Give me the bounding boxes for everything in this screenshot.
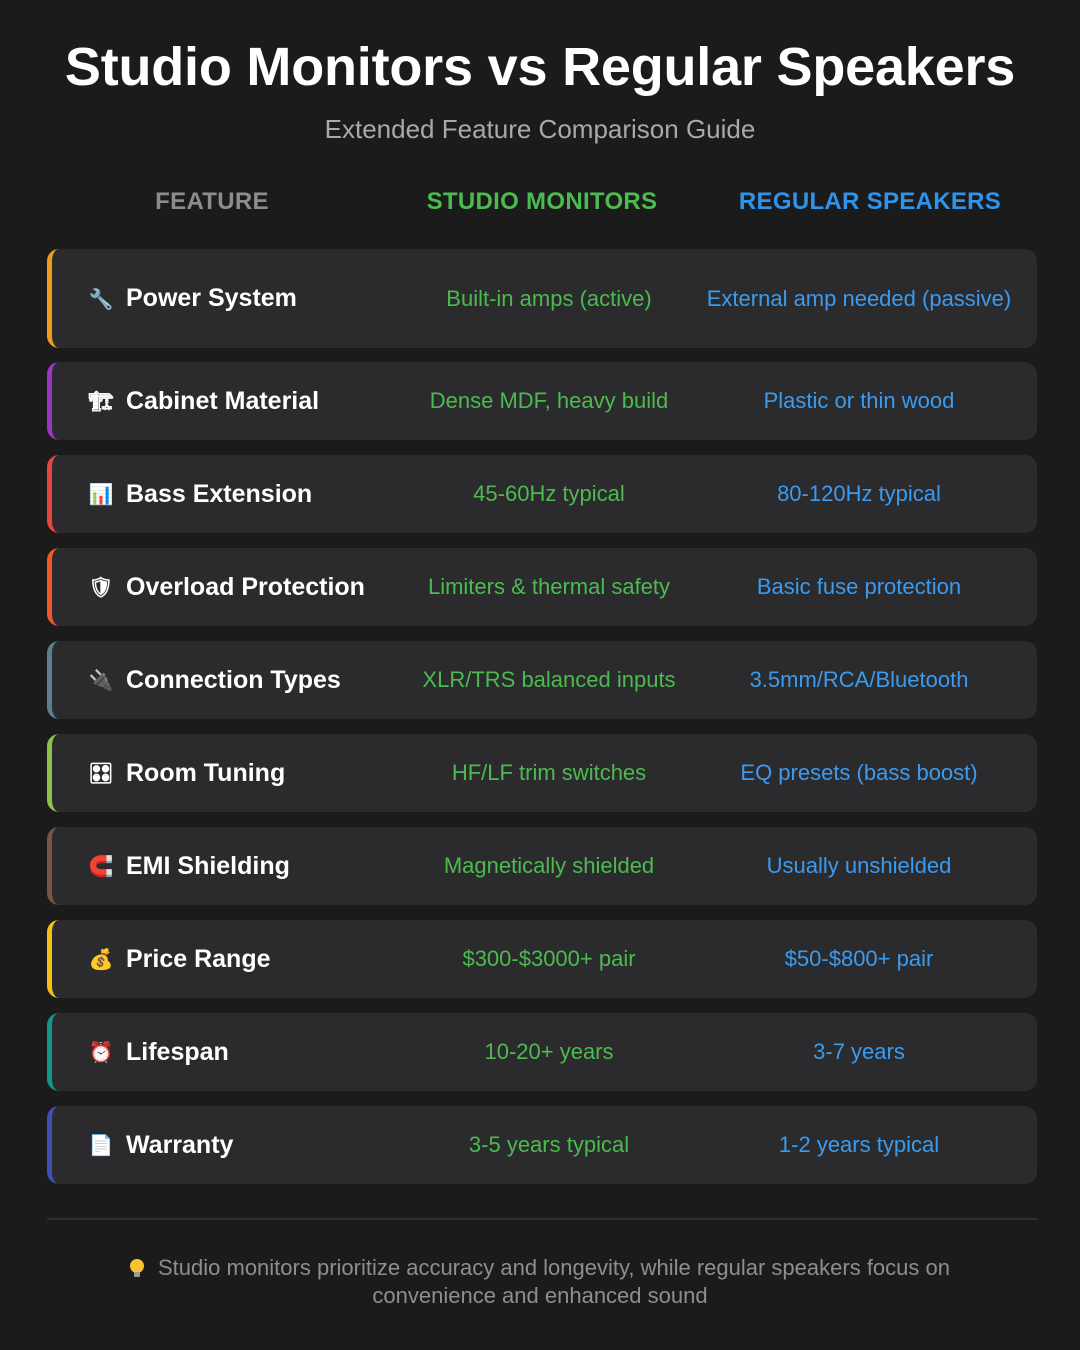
studio-monitors-value: 10-20+ years bbox=[484, 1039, 614, 1064]
table-row: 🧲 EMI Shielding Magnetically shielded Usual… bbox=[47, 827, 1037, 905]
page-subtitle: Extended Feature Comparison Guide bbox=[324, 114, 756, 144]
studio-monitors-value: Limiters & thermal safety bbox=[427, 574, 671, 599]
regular-speakers-value: Usually unshielded bbox=[766, 853, 952, 878]
feature-label: Overload Protection bbox=[126, 572, 365, 601]
feature-label: Lifespan bbox=[126, 1037, 229, 1066]
lightbulb-icon bbox=[130, 1259, 144, 1277]
comparison-page: Studio Monitors vs Regular Speakers Exte… bbox=[0, 0, 1080, 1350]
studio-monitors-value: $300-$3000+ pair bbox=[462, 946, 636, 971]
regular-speakers-value: 3-7 years bbox=[813, 1039, 905, 1064]
feature-cell: 📊 Bass Extension bbox=[88, 455, 313, 533]
regular-speakers-value: $50-$800+ pair bbox=[784, 946, 934, 971]
table-row: ⏰ Lifespan 10-20+ years 3-7 years bbox=[47, 1013, 1037, 1091]
studio-monitors-value: HF/LF trim switches bbox=[451, 760, 647, 785]
plug-icon: 🔌 bbox=[88, 668, 114, 692]
shield-icon: 🛡 bbox=[88, 575, 114, 599]
column-header-feature: FEATURE bbox=[155, 188, 269, 215]
feature-label: Bass Extension bbox=[126, 479, 313, 508]
feature-label: EMI Shielding bbox=[126, 851, 290, 880]
feature-label: Cabinet Material bbox=[126, 386, 320, 415]
studio-monitors-value: Magnetically shielded bbox=[443, 853, 655, 878]
table-row: 🏗 Cabinet Material Dense MDF, heavy build P… bbox=[47, 362, 1037, 440]
magnet-icon: 🧲 bbox=[88, 854, 114, 878]
construction-crane-icon: 🏗 bbox=[88, 389, 114, 413]
control-knobs-icon: 🎛 bbox=[88, 761, 114, 785]
footer-note: Studio monitors prioritize accuracy and … bbox=[90, 1254, 990, 1310]
table-row: 📄 Warranty 3-5 years typical 1-2 years typi… bbox=[47, 1106, 1037, 1184]
studio-monitors-value: 45-60Hz typical bbox=[473, 481, 625, 506]
regular-speakers-value: Plastic or thin wood bbox=[763, 388, 955, 413]
table-row: 💰 Price Range $300-$3000+ pair $50-$800+ pa… bbox=[47, 920, 1037, 998]
column-header-studio-monitors: STUDIO MONITORS bbox=[426, 188, 658, 215]
wrench-icon: 🔧 bbox=[88, 286, 114, 311]
feature-cell: 💰 Price Range bbox=[88, 920, 271, 998]
regular-speakers-value: 1-2 years typical bbox=[778, 1132, 940, 1157]
studio-monitors-value: XLR/TRS balanced inputs bbox=[422, 667, 676, 692]
feature-cell: ⏰ Lifespan bbox=[88, 1013, 229, 1091]
feature-cell: 🎛 Room Tuning bbox=[88, 734, 285, 812]
studio-monitors-value: Dense MDF, heavy build bbox=[429, 388, 669, 413]
regular-speakers-value: 3.5mm/RCA/Bluetooth bbox=[749, 667, 969, 692]
regular-speakers-value: External amp needed (passive) bbox=[706, 285, 1012, 311]
feature-cell: 🏗 Cabinet Material bbox=[88, 362, 319, 440]
money-bag-icon: 💰 bbox=[88, 947, 114, 971]
table-row: 🎛 Room Tuning HF/LF trim switches EQ preset… bbox=[47, 734, 1037, 812]
page-title: Studio Monitors vs Regular Speakers bbox=[64, 37, 1016, 97]
feature-label: Warranty bbox=[126, 1130, 234, 1159]
feature-cell: 🔌 Connection Types bbox=[88, 641, 341, 719]
alarm-clock-icon: ⏰ bbox=[88, 1040, 114, 1064]
table-row: 📊 Bass Extension 45-60Hz typical 80-120Hz t… bbox=[47, 455, 1037, 533]
feature-label: Connection Types bbox=[126, 665, 341, 694]
studio-monitors-value: 3-5 years typical bbox=[468, 1132, 630, 1157]
regular-speakers-value: EQ presets (bass boost) bbox=[740, 760, 978, 785]
table-header: FEATURE STUDIO MONITORS REGULAR SPEAKERS bbox=[0, 188, 1080, 222]
feature-label: Room Tuning bbox=[126, 758, 286, 787]
table-row: 🛡 Overload Protection Limiters & thermal s… bbox=[47, 548, 1037, 626]
feature-cell: 🔧 Power System bbox=[88, 249, 297, 348]
column-header-regular-speakers: REGULAR SPEAKERS bbox=[738, 188, 1002, 215]
feature-label: Price Range bbox=[126, 944, 271, 973]
feature-cell: 📄 Warranty bbox=[88, 1106, 234, 1184]
studio-monitors-value: Built-in amps (active) bbox=[446, 285, 652, 311]
document-icon: 📄 bbox=[88, 1133, 114, 1157]
footer-divider bbox=[47, 1218, 1037, 1220]
table-row: 🔧 Power System Built-in amps (active) Exter… bbox=[47, 249, 1037, 348]
feature-label: Power System bbox=[126, 284, 297, 312]
feature-cell: 🧲 EMI Shielding bbox=[88, 827, 290, 905]
table-row: 🔌 Connection Types XLR/TRS balanced inputs… bbox=[47, 641, 1037, 719]
regular-speakers-value: 80-120Hz typical bbox=[777, 481, 941, 506]
footer-text: Studio monitors prioritize accuracy and … bbox=[158, 1255, 950, 1308]
feature-cell: 🛡 Overload Protection bbox=[88, 548, 365, 626]
bar-chart-icon: 📊 bbox=[88, 482, 114, 506]
regular-speakers-value: Basic fuse protection bbox=[756, 574, 962, 599]
